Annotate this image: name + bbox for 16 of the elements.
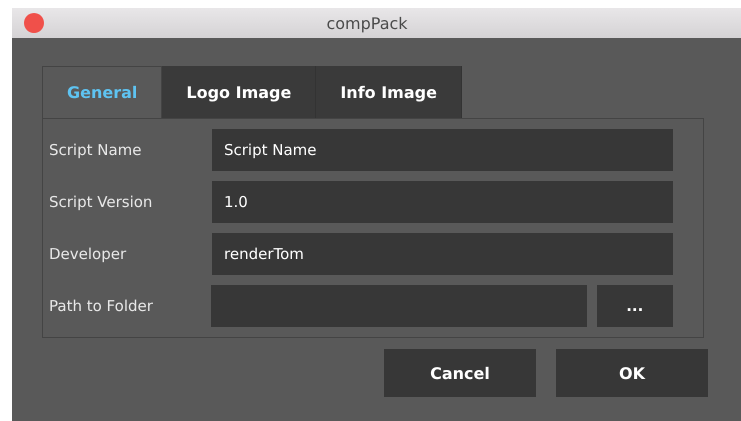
field-label: Developer bbox=[49, 245, 128, 263]
browse-button[interactable]: ... bbox=[596, 285, 673, 327]
tab[interactable]: Logo Image bbox=[162, 66, 316, 118]
input-field[interactable]: renderTom bbox=[212, 233, 673, 275]
cancel-button[interactable]: Cancel bbox=[384, 349, 536, 397]
input-field[interactable]: Script Name bbox=[212, 129, 673, 171]
field-label: Script Version bbox=[49, 193, 154, 211]
input-field[interactable]: 1.0 bbox=[212, 181, 673, 223]
window-title: compPack bbox=[326, 14, 408, 32]
input-field[interactable] bbox=[210, 285, 587, 327]
close-button[interactable] bbox=[24, 13, 44, 33]
field-label: Script Name bbox=[49, 141, 143, 159]
field-label: Path to Folder bbox=[49, 297, 154, 315]
tab[interactable]: General bbox=[42, 66, 162, 118]
ok-button[interactable]: OK bbox=[556, 349, 708, 397]
tab[interactable]: Info Image bbox=[316, 66, 462, 118]
